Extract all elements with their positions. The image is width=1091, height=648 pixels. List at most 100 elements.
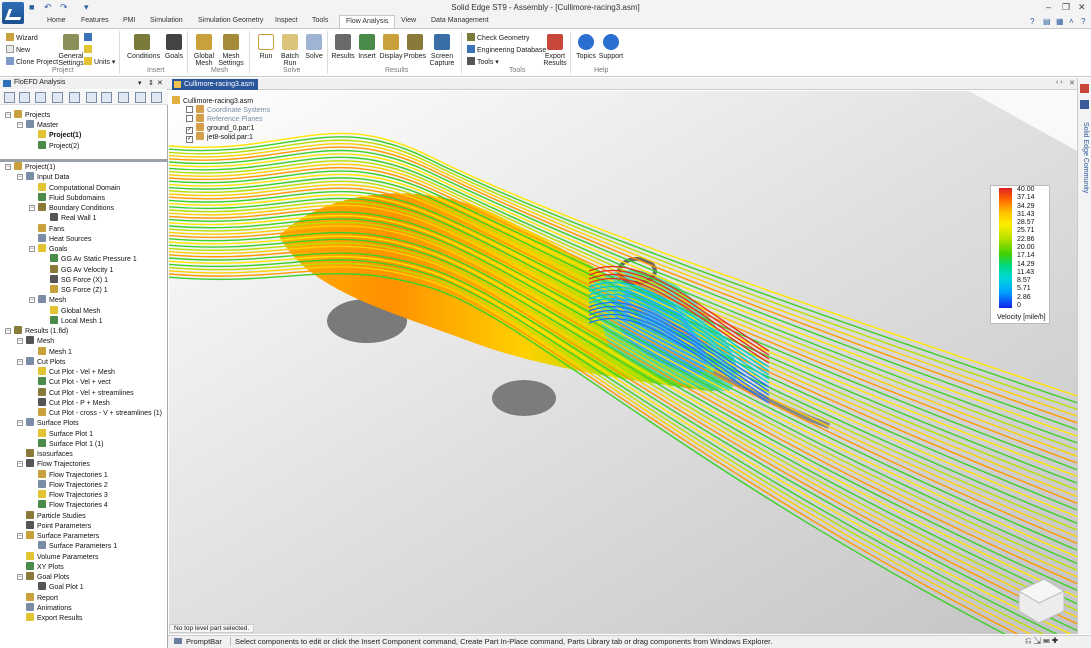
- expand-toggle-icon[interactable]: −: [17, 174, 23, 181]
- check-geometry-button[interactable]: Check Geometry: [467, 33, 530, 42]
- filter-icon[interactable]: [135, 92, 146, 103]
- visibility-checkbox[interactable]: ✓: [186, 136, 193, 143]
- engineering-database-button[interactable]: Engineering Database: [467, 45, 546, 54]
- tree-item[interactable]: − Flow Trajectories: [17, 459, 90, 469]
- tree-item[interactable]: − Project(1): [5, 162, 55, 172]
- minimize-button[interactable]: –: [1046, 2, 1051, 12]
- expand-toggle-icon[interactable]: −: [29, 297, 35, 304]
- close-button[interactable]: ✕: [1078, 2, 1086, 13]
- conditions-button[interactable]: Conditions: [127, 34, 160, 60]
- export-results-button[interactable]: Export Results: [540, 34, 570, 67]
- help-tree-icon[interactable]: [69, 92, 80, 103]
- grid-icon[interactable]: [118, 92, 129, 103]
- help-icon[interactable]: ?: [1030, 17, 1034, 26]
- visibility-checkbox[interactable]: [186, 115, 193, 122]
- tools-dropdown[interactable]: Tools ▾: [467, 57, 499, 66]
- tree-item[interactable]: − Goals: [29, 244, 67, 254]
- document-close-icon[interactable]: ✕: [1069, 79, 1075, 87]
- support-button[interactable]: Support: [596, 34, 626, 60]
- community-icon[interactable]: [1080, 84, 1089, 93]
- ribbon-minimize-icon[interactable]: ˄: [1069, 17, 1074, 26]
- tree-item[interactable]: Real Wall 1: [50, 213, 97, 223]
- tree-item[interactable]: Flow Trajectories 3: [38, 490, 108, 500]
- project-icon[interactable]: [19, 92, 30, 103]
- tab-features[interactable]: Features: [81, 17, 109, 24]
- tab-view[interactable]: View: [401, 17, 416, 24]
- tab-scroll-icon[interactable]: ‹ ›: [1056, 79, 1063, 86]
- expand-toggle-icon[interactable]: −: [17, 461, 23, 468]
- options-icon[interactable]: ▤: [1043, 17, 1051, 26]
- tree-item[interactable]: − Surface Parameters: [17, 531, 99, 541]
- tree-item[interactable]: Animations: [26, 602, 72, 613]
- tree-item[interactable]: − Surface Plots: [17, 418, 79, 428]
- global-mesh-button[interactable]: Global Mesh: [189, 34, 219, 67]
- tab-pmi[interactable]: PMI: [123, 17, 135, 24]
- analysis-tree-icon[interactable]: [4, 92, 15, 103]
- tree-item[interactable]: Cut Plot - cross - V + streamlines (1): [38, 408, 162, 418]
- wizard-button[interactable]: Wizard: [6, 33, 38, 42]
- goals-button[interactable]: Goals: [159, 34, 189, 60]
- results-icon[interactable]: [101, 92, 112, 103]
- facebook-icon[interactable]: [1080, 100, 1089, 109]
- solve-button[interactable]: Solve: [299, 34, 329, 60]
- expand-toggle-icon[interactable]: −: [17, 122, 23, 129]
- tab-home[interactable]: Home: [47, 17, 66, 24]
- tree-item[interactable]: Mesh 1: [38, 346, 72, 357]
- visibility-checkbox[interactable]: [186, 106, 193, 113]
- tree-item[interactable]: Cut Plot - Vel + Mesh: [38, 367, 115, 377]
- tree-item[interactable]: SG Force (X) 1: [50, 274, 108, 285]
- expand-toggle-icon[interactable]: −: [17, 533, 23, 539]
- tree-item[interactable]: Goal Plot 1: [38, 582, 84, 592]
- project-extra-1[interactable]: [84, 33, 94, 42]
- tree-item[interactable]: Cut Plot - Vel + vect: [38, 377, 111, 387]
- feature-tree-icon[interactable]: [35, 92, 46, 103]
- tree-item[interactable]: Particle Studies: [26, 510, 86, 521]
- expand-toggle-icon[interactable]: −: [17, 358, 23, 365]
- tab-flow-analysis[interactable]: Flow Analysis: [339, 15, 396, 29]
- tree-item[interactable]: GG Av Velocity 1: [50, 264, 113, 275]
- tree-item[interactable]: − Mesh: [29, 295, 66, 305]
- tree-item[interactable]: Isosurfaces: [26, 449, 73, 459]
- status-tool-icons[interactable]: ⎌ ⇲ ⌨ ✚: [1025, 636, 1058, 646]
- tree-item[interactable]: Cut Plot - P + Mesh: [38, 397, 110, 408]
- tree-item[interactable]: Volume Parameters: [26, 551, 98, 562]
- tab-simulation[interactable]: Simulation: [150, 17, 183, 24]
- tree-item[interactable]: Global Mesh: [50, 305, 100, 316]
- expand-toggle-icon[interactable]: −: [5, 112, 11, 118]
- mesh-settings-button[interactable]: Mesh Settings: [216, 34, 246, 67]
- tree-item[interactable]: Fans: [38, 223, 65, 234]
- panel-close-button[interactable]: ✕: [157, 79, 163, 87]
- tab-tools[interactable]: Tools: [312, 17, 328, 24]
- tree-item[interactable]: Project(1): [38, 130, 81, 140]
- expand-toggle-icon[interactable]: −: [5, 164, 11, 170]
- tree-item[interactable]: Surface Plot 1: [38, 428, 93, 439]
- panel-menu-button[interactable]: ▾: [138, 79, 142, 87]
- solid-edge-community-tab[interactable]: Solid Edge Community: [1082, 122, 1089, 193]
- tree-item[interactable]: Fluid Subdomains: [38, 192, 105, 203]
- tree-item[interactable]: Report: [26, 592, 58, 603]
- tree-item[interactable]: − Mesh: [17, 336, 54, 346]
- tree-item[interactable]: − Results (1.fld): [5, 326, 68, 336]
- configuration-icon[interactable]: [52, 92, 63, 103]
- tree-item[interactable]: − Projects: [5, 110, 50, 120]
- expand-toggle-icon[interactable]: −: [17, 574, 23, 580]
- clone-project-button[interactable]: Clone Project: [6, 57, 58, 66]
- expand-toggle-icon[interactable]: −: [29, 205, 35, 211]
- tab-data-management[interactable]: Data Management: [431, 17, 489, 24]
- tree-item[interactable]: XY Plots: [26, 561, 64, 572]
- tree-item[interactable]: Point Parameters: [26, 520, 91, 531]
- tree-item[interactable]: Flow Trajectories 1: [38, 469, 108, 480]
- document-tab[interactable]: Cullimore-racing3.asm: [172, 79, 259, 90]
- screen-capture-button[interactable]: Screen Capture: [427, 34, 457, 67]
- assembly-tree-item[interactable]: ✓ jet8-solid.par:1: [186, 132, 253, 143]
- tree-item[interactable]: Project(2): [38, 140, 79, 151]
- panel-pin-button[interactable]: ⇕: [148, 79, 154, 87]
- restore-button[interactable]: ❐: [1062, 2, 1070, 13]
- general-settings-button[interactable]: General Settings: [56, 34, 86, 67]
- graphics-viewport[interactable]: [169, 91, 1077, 634]
- tree-item[interactable]: − Goal Plots: [17, 572, 69, 582]
- tree-item[interactable]: GG Av Static Pressure 1: [50, 254, 137, 264]
- tools-icon[interactable]: [86, 92, 97, 103]
- units-button[interactable]: Units ▾: [84, 57, 115, 66]
- tab-simulation-geometry[interactable]: Simulation Geometry: [198, 17, 263, 24]
